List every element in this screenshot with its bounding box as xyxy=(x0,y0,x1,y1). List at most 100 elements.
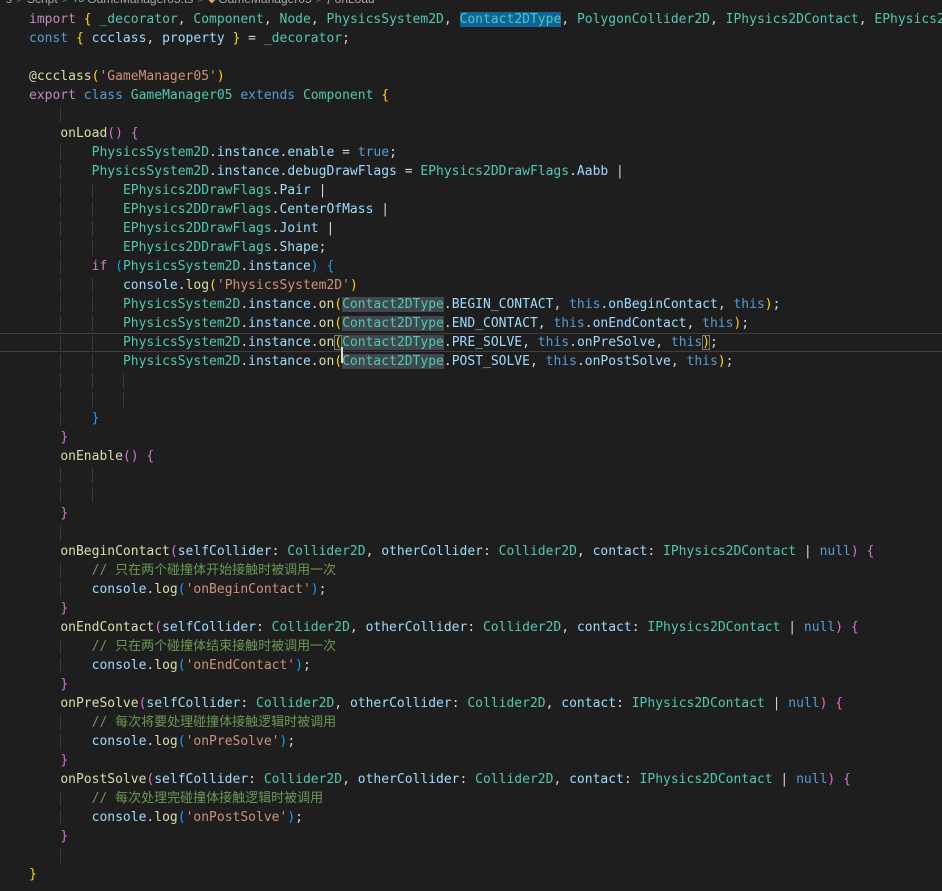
code-line[interactable] xyxy=(0,371,942,390)
code-token: ( xyxy=(209,278,217,293)
code-token: instance xyxy=(248,259,311,274)
code-line[interactable] xyxy=(0,48,942,67)
code-line[interactable]: if (PhysicsSystem2D.instance) { xyxy=(0,257,942,276)
code-line[interactable]: console.log('PhysicsSystem2D') xyxy=(0,276,942,295)
code-token: selfCollider xyxy=(177,544,272,559)
code-token: EPhysics2DDr xyxy=(874,12,942,27)
code-line[interactable]: // 每次将要处理碰撞体接触逻辑时被调用 xyxy=(0,713,942,732)
code-token: , xyxy=(349,620,366,635)
code-token: , xyxy=(310,12,327,27)
code-line[interactable]: } xyxy=(0,599,942,618)
breadcrumb-item[interactable]: s xyxy=(6,0,12,6)
code-line-current[interactable]: PhysicsSystem2D.instance.on(Contact2DTyp… xyxy=(0,333,942,363)
code-token: : xyxy=(451,696,468,711)
code-line[interactable] xyxy=(0,485,942,504)
code-line[interactable]: import { _decorator, Component, Node, Ph… xyxy=(0,10,942,29)
code-token: . xyxy=(240,297,249,312)
code-token: CenterOfMass xyxy=(279,202,374,217)
code-line[interactable]: onEnable() { xyxy=(0,447,942,466)
code-line[interactable]: onBeginContact(selfCollider: Collider2D,… xyxy=(0,542,942,561)
code-token: , xyxy=(686,316,703,331)
breadcrumb-item[interactable]: TSGameManager05.ts xyxy=(73,0,194,6)
code-token: : xyxy=(240,696,256,711)
code-token: = xyxy=(240,31,264,46)
code-token: ; xyxy=(318,240,327,255)
code-token: PhysicsSystem2D xyxy=(122,316,241,331)
code-token: . xyxy=(310,316,319,331)
indent-guide xyxy=(92,354,123,369)
code-line[interactable]: onPreSolve(selfCollider: Collider2D, oth… xyxy=(0,694,942,713)
breadcrumb-label: s xyxy=(6,0,12,6)
code-line[interactable] xyxy=(0,846,942,865)
code-token: : xyxy=(255,620,272,635)
code-token: . xyxy=(240,259,249,274)
code-line[interactable]: } xyxy=(0,409,942,428)
code-line[interactable]: EPhysics2DDrawFlags.Shape; xyxy=(0,238,942,257)
code-line[interactable]: export class GameManager05 extends Compo… xyxy=(0,86,942,105)
code-token: this xyxy=(702,316,734,331)
code-token: PhysicsSystem2D xyxy=(91,164,210,179)
code-line[interactable]: console.log('onEndContact'); xyxy=(0,656,942,675)
code-token: ; xyxy=(741,316,750,331)
code-line[interactable]: PhysicsSystem2D.instance.debugDrawFlags … xyxy=(0,162,942,181)
code-line[interactable]: } xyxy=(0,428,942,447)
code-token: } xyxy=(60,430,69,445)
code-token: , xyxy=(146,31,163,46)
code-editor[interactable]: import { _decorator, Component, Node, Ph… xyxy=(0,8,942,884)
code-line[interactable] xyxy=(0,523,942,542)
code-line[interactable]: PhysicsSystem2D.instance.enable = true; xyxy=(0,143,942,162)
code-line[interactable]: } xyxy=(0,751,942,770)
code-line[interactable]: PhysicsSystem2D.instance.on(Contact2DTyp… xyxy=(0,352,942,371)
code-line[interactable]: // 只在两个碰撞体开始接触时被调用一次 xyxy=(0,561,942,580)
breadcrumb-item[interactable]: Script xyxy=(27,0,58,6)
code-line[interactable]: @ccclass('GameManager05') xyxy=(0,67,942,86)
code-token: ) xyxy=(216,69,225,84)
code-token: log xyxy=(154,582,178,597)
code-token: . xyxy=(310,354,319,369)
code-line[interactable]: } xyxy=(0,865,942,884)
breadcrumb-item[interactable]: ƒonLoad xyxy=(327,0,375,6)
code-line[interactable]: PhysicsSystem2D.instance.on(Contact2DTyp… xyxy=(0,295,942,314)
code-token: . xyxy=(240,354,249,369)
code-line[interactable]: onEndContact(selfCollider: Collider2D, o… xyxy=(0,618,942,637)
code-token: onLoad xyxy=(60,126,108,141)
indent-guide xyxy=(60,734,91,749)
code-token: IPhysics2DContact xyxy=(631,696,765,711)
code-token: | xyxy=(310,183,327,198)
code-line[interactable]: const { ccclass, property } = _decorator… xyxy=(0,29,942,48)
code-line[interactable] xyxy=(0,390,942,409)
code-line[interactable]: console.log('onPreSolve'); xyxy=(0,732,942,751)
code-line[interactable] xyxy=(0,105,942,124)
code-line[interactable]: EPhysics2DDrawFlags.Joint | xyxy=(0,219,942,238)
code-line[interactable]: console.log('onBeginContact'); xyxy=(0,580,942,599)
code-token: , xyxy=(443,12,460,27)
indent-guide xyxy=(92,202,123,217)
code-line[interactable]: onLoad() { xyxy=(0,124,942,143)
code-line[interactable]: onPostSolve(selfCollider: Collider2D, ot… xyxy=(0,770,942,789)
indent-guide xyxy=(60,183,91,198)
code-line[interactable]: EPhysics2DDrawFlags.CenterOfMass | xyxy=(0,200,942,219)
code-line[interactable]: // 每次处理完碰撞体接触逻辑时被调用 xyxy=(0,789,942,808)
code-line[interactable]: PhysicsSystem2D.instance.on(Contact2DTyp… xyxy=(0,314,942,333)
code-line[interactable] xyxy=(0,466,942,485)
code-line[interactable]: EPhysics2DDrawFlags.Pair | xyxy=(0,181,942,200)
code-line[interactable]: // 只在两个碰撞体结束接触时被调用一次 xyxy=(0,637,942,656)
code-token: otherCollider xyxy=(381,544,483,559)
indent-guide xyxy=(92,392,123,407)
code-line[interactable]: } xyxy=(0,827,942,846)
code-token: | xyxy=(764,696,789,711)
breadcrumb-item[interactable]: ◆GameManager05 xyxy=(208,0,311,6)
code-line[interactable]: console.log('onPostSolve'); xyxy=(0,808,942,827)
code-line[interactable]: } xyxy=(0,504,942,523)
code-token: instance xyxy=(216,145,280,160)
code-line[interactable]: } xyxy=(0,675,942,694)
code-token: , xyxy=(561,12,577,27)
indent-guide xyxy=(92,221,123,236)
